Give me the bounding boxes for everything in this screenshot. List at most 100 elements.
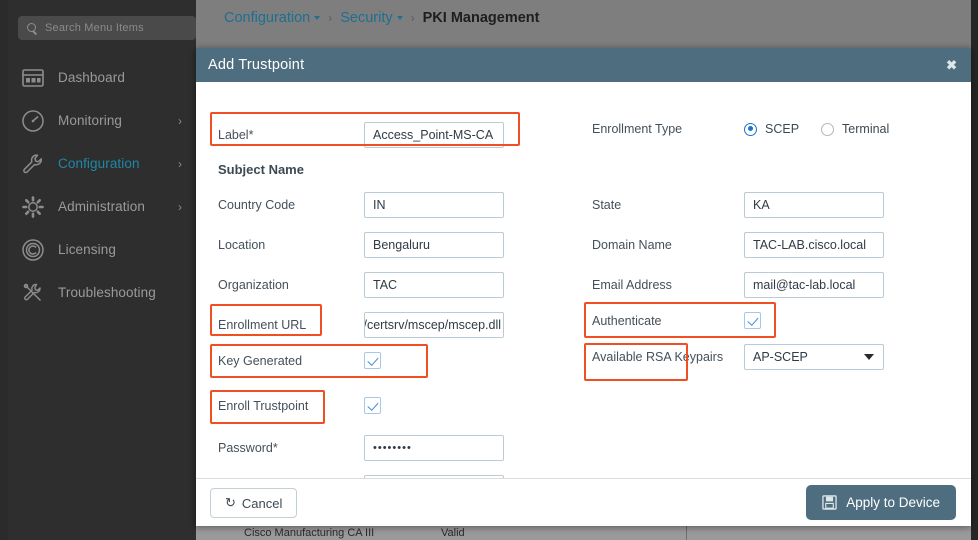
field-enrollment-type-row: Enrollment Type SCEP Terminal xyxy=(592,122,911,136)
sidebar-item-configuration[interactable]: Configuration › xyxy=(8,142,196,185)
field-password-row: Password* •••••••• xyxy=(218,435,504,461)
add-trustpoint-dialog: Add Trustpoint ✖ Label* Access_Point-MS-… xyxy=(196,48,971,526)
field-domain-name-row: Domain Name TAC-LAB.cisco.local xyxy=(592,232,884,258)
search-icon xyxy=(27,22,38,34)
location-label: Location xyxy=(218,238,266,252)
email-address-input[interactable]: mail@tac-lab.local xyxy=(744,272,884,298)
speedometer-icon xyxy=(20,108,46,134)
right-edge-strip xyxy=(971,0,978,540)
chevron-down-icon xyxy=(314,16,321,21)
field-email-address-row: Email Address mail@tac-lab.local xyxy=(592,272,884,298)
background-column-divider xyxy=(686,525,687,540)
sidebar-item-administration[interactable]: Administration › xyxy=(8,185,196,228)
field-available-rsa-keypairs-row: Available RSA Keypairs AP-SCEP xyxy=(592,344,884,370)
field-state-row: State KA xyxy=(592,192,884,218)
email-address-label: Email Address xyxy=(592,278,672,292)
sidebar-item-troubleshooting[interactable]: Troubleshooting xyxy=(8,271,196,314)
dialog-footer: ↻ Cancel Apply to Device xyxy=(196,478,971,526)
dialog-title: Add Trustpoint xyxy=(208,57,305,73)
sidebar-item-label: Dashboard xyxy=(58,70,125,85)
background-cert-status: Valid xyxy=(441,526,465,539)
sidebar-item-label: Configuration xyxy=(58,156,140,171)
domain-name-input[interactable]: TAC-LAB.cisco.local xyxy=(744,232,884,258)
available-rsa-keypairs-value: AP-SCEP xyxy=(753,350,808,364)
password-label: Password* xyxy=(218,441,278,455)
key-generated-checkbox[interactable] xyxy=(364,352,381,369)
enrollment-url-label: Enrollment URL xyxy=(218,318,307,332)
radio-terminal-dot xyxy=(821,122,835,136)
authenticate-checkbox[interactable] xyxy=(744,312,761,329)
tools-icon xyxy=(20,280,46,306)
cancel-button[interactable]: ↻ Cancel xyxy=(210,488,298,518)
breadcrumb-current-page: PKI Management xyxy=(422,10,540,26)
search-placeholder: Search Menu Items xyxy=(45,22,144,34)
subject-name-heading: Subject Name xyxy=(218,162,304,177)
sidebar-item-label: Administration xyxy=(58,199,145,214)
search-input[interactable]: Search Menu Items xyxy=(18,16,196,40)
background-cert-name: Cisco Manufacturing CA III xyxy=(244,526,375,539)
apply-to-device-label: Apply to Device xyxy=(846,495,940,510)
sidebar-item-dashboard[interactable]: Dashboard xyxy=(8,56,196,99)
copyright-icon xyxy=(20,237,46,263)
undo-icon: ↻ xyxy=(225,495,236,510)
country-code-input[interactable]: IN xyxy=(364,192,504,218)
authenticate-label: Authenticate xyxy=(592,313,662,328)
chevron-right-icon: › xyxy=(178,199,182,214)
location-input[interactable]: Bengaluru xyxy=(364,232,504,258)
domain-name-label: Domain Name xyxy=(592,238,672,252)
available-rsa-keypairs-select[interactable]: AP-SCEP xyxy=(744,344,884,370)
save-disk-icon xyxy=(822,495,837,510)
enrollment-url-input[interactable]: /certsrv/mscep/mscep.dll xyxy=(364,312,504,338)
label-input[interactable]: Access_Point-MS-CA xyxy=(364,122,504,148)
sidebar-inner: Search Menu Items Dashboard Monitoring ›… xyxy=(8,0,196,540)
close-icon[interactable]: ✖ xyxy=(946,59,957,72)
field-country-code-row: Country Code IN xyxy=(218,192,504,218)
chevron-down-icon xyxy=(864,354,874,360)
radio-terminal[interactable]: Terminal xyxy=(821,122,889,136)
state-label: State xyxy=(592,198,622,212)
field-key-generated-row: Key Generated xyxy=(218,352,381,369)
chevron-down-icon xyxy=(396,16,403,21)
field-location-row: Location Bengaluru xyxy=(218,232,504,258)
chevron-right-icon: › xyxy=(178,156,182,171)
key-generated-label: Key Generated xyxy=(218,353,303,368)
cancel-button-label: Cancel xyxy=(241,495,283,511)
enroll-trustpoint-label: Enroll Trustpoint xyxy=(218,398,309,413)
wrench-icon xyxy=(20,151,46,177)
field-enrollment-url-row: Enrollment URL /certsrv/mscep/mscep.dll xyxy=(218,312,504,338)
label-field-label: Label* xyxy=(218,128,254,142)
breadcrumb-security-label: Security xyxy=(340,10,393,26)
radio-scep-label: SCEP xyxy=(765,122,800,136)
field-enroll-trustpoint-row: Enroll Trustpoint xyxy=(218,397,381,414)
apply-to-device-button[interactable]: Apply to Device xyxy=(806,485,956,520)
radio-terminal-label: Terminal xyxy=(842,122,890,136)
field-organization-row: Organization TAC xyxy=(218,272,504,298)
radio-scep-dot xyxy=(744,122,757,136)
field-label-row: Label* Access_Point-MS-CA xyxy=(218,122,504,148)
enroll-trustpoint-checkbox[interactable] xyxy=(364,397,381,414)
sidebar-item-label: Licensing xyxy=(58,242,116,257)
dialog-header: Add Trustpoint ✖ xyxy=(196,48,971,82)
breadcrumb-item-security[interactable]: Security xyxy=(340,10,403,26)
app-window: Configuration › Security › PKI Managemen… xyxy=(0,0,978,540)
sidebar-item-label: Troubleshooting xyxy=(58,285,156,300)
organization-input[interactable]: TAC xyxy=(364,272,504,298)
dialog-body: Label* Access_Point-MS-CA Enrollment Typ… xyxy=(196,82,971,501)
sidebar-menu: Dashboard Monitoring › Configuration › A… xyxy=(8,56,196,314)
background-table-row: Cisco Manufacturing CA III Valid xyxy=(196,524,971,540)
chevron-right-icon: › xyxy=(178,113,182,128)
password-input[interactable]: •••••••• xyxy=(364,435,504,461)
state-input[interactable]: KA xyxy=(744,192,884,218)
breadcrumb-separator-2: › xyxy=(410,11,415,25)
sidebar-item-monitoring[interactable]: Monitoring › xyxy=(8,99,196,142)
available-rsa-keypairs-label: Available RSA Keypairs xyxy=(592,350,724,364)
sidebar-item-licensing[interactable]: Licensing xyxy=(8,228,196,271)
breadcrumb-item-configuration[interactable]: Configuration xyxy=(224,10,321,26)
enrollment-type-label: Enrollment Type xyxy=(592,122,683,136)
breadcrumb: Configuration › Security › PKI Managemen… xyxy=(224,10,539,26)
radio-scep[interactable]: SCEP xyxy=(744,122,799,136)
organization-label: Organization xyxy=(218,278,289,292)
gear-icon xyxy=(20,194,46,220)
breadcrumb-configuration-label: Configuration xyxy=(224,10,311,26)
sidebar-item-label: Monitoring xyxy=(58,113,123,128)
